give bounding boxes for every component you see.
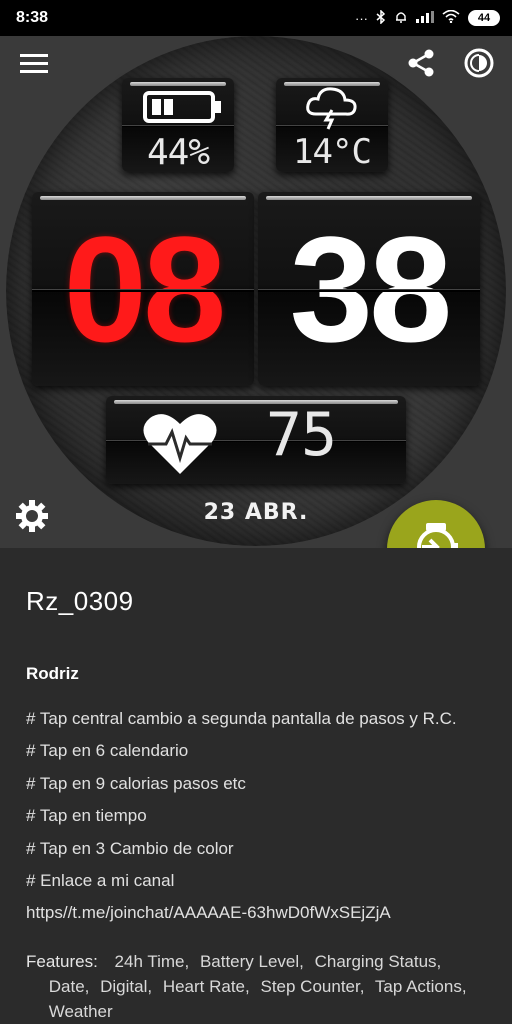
feature-tag: Battery Level, [199, 952, 304, 971]
battery-icon: 44 [468, 10, 500, 26]
wifi-icon [442, 9, 460, 26]
bluetooth-icon [376, 8, 386, 27]
description: # Tap central cambio a segunda pantalla … [26, 708, 496, 935]
status-icons: ··· 44 [355, 8, 500, 27]
features-list: Features: 24h Time, Battery Level, Charg… [26, 949, 496, 1024]
face-details: Rz_0309 Rodriz # Tap central cambio a se… [0, 548, 512, 1024]
description-line: # Tap en 6 calendario [26, 741, 189, 761]
feature-tag: Weather [48, 1002, 113, 1021]
share-icon[interactable] [404, 46, 438, 80]
description-line: # Tap en 9 calorias pasos etc [26, 773, 246, 793]
temperature: 14°C [293, 132, 372, 172]
status-time: 8:38 [16, 9, 49, 26]
feature-tag: 24h Time, [114, 952, 190, 971]
channel-link[interactable]: https//t.me/joinchat/AAAAAE-63hwD0fWxSEj… [26, 902, 496, 934]
description-line: # Tap central cambio a segunda pantalla … [26, 709, 457, 728]
battery-card[interactable]: 44% [122, 78, 234, 172]
card-split [258, 289, 480, 292]
description-line: # Tap en tiempo [26, 806, 147, 826]
heart-icon [142, 410, 218, 481]
minutes-card[interactable]: 38 [258, 192, 480, 386]
storm-cloud-icon [304, 84, 360, 135]
notification-dots: ··· [355, 10, 368, 26]
weather-card[interactable]: 14°C [276, 78, 388, 172]
feature-tag: Charging Status, [314, 952, 442, 971]
description-line: # Tap en 3 Cambio de color [26, 838, 234, 858]
gear-icon[interactable] [15, 499, 49, 533]
status-bar: 8:38 ··· 44 [0, 0, 512, 36]
author-name[interactable]: Rodriz [26, 664, 79, 684]
card-split [32, 289, 254, 292]
watch-preview: 44% 14°C 08 38 75 23 ABR. [0, 36, 512, 548]
feature-tag: Digital, [100, 977, 153, 996]
alarm-icon [394, 10, 408, 27]
heart-rate-card[interactable]: 75 [106, 396, 406, 484]
battery-level-icon [142, 90, 222, 129]
theme-icon[interactable] [462, 46, 496, 80]
face-title: Rz_0309 [26, 586, 134, 616]
feature-tag: Heart Rate, [162, 977, 250, 996]
signal-icon [416, 10, 434, 26]
feature-tag: Date, [48, 977, 90, 996]
card-bar [130, 82, 226, 86]
description-line: # Enlace a mi canal [26, 870, 175, 890]
battery-percent: 44% [146, 132, 210, 172]
features-label: Features: [26, 952, 98, 971]
menu-icon[interactable] [17, 46, 51, 80]
heart-rate-value: 75 [265, 400, 337, 470]
feature-tag: Tap Actions, [374, 977, 467, 996]
hours-card[interactable]: 08 [32, 192, 254, 386]
feature-tag: Step Counter, [260, 977, 365, 996]
